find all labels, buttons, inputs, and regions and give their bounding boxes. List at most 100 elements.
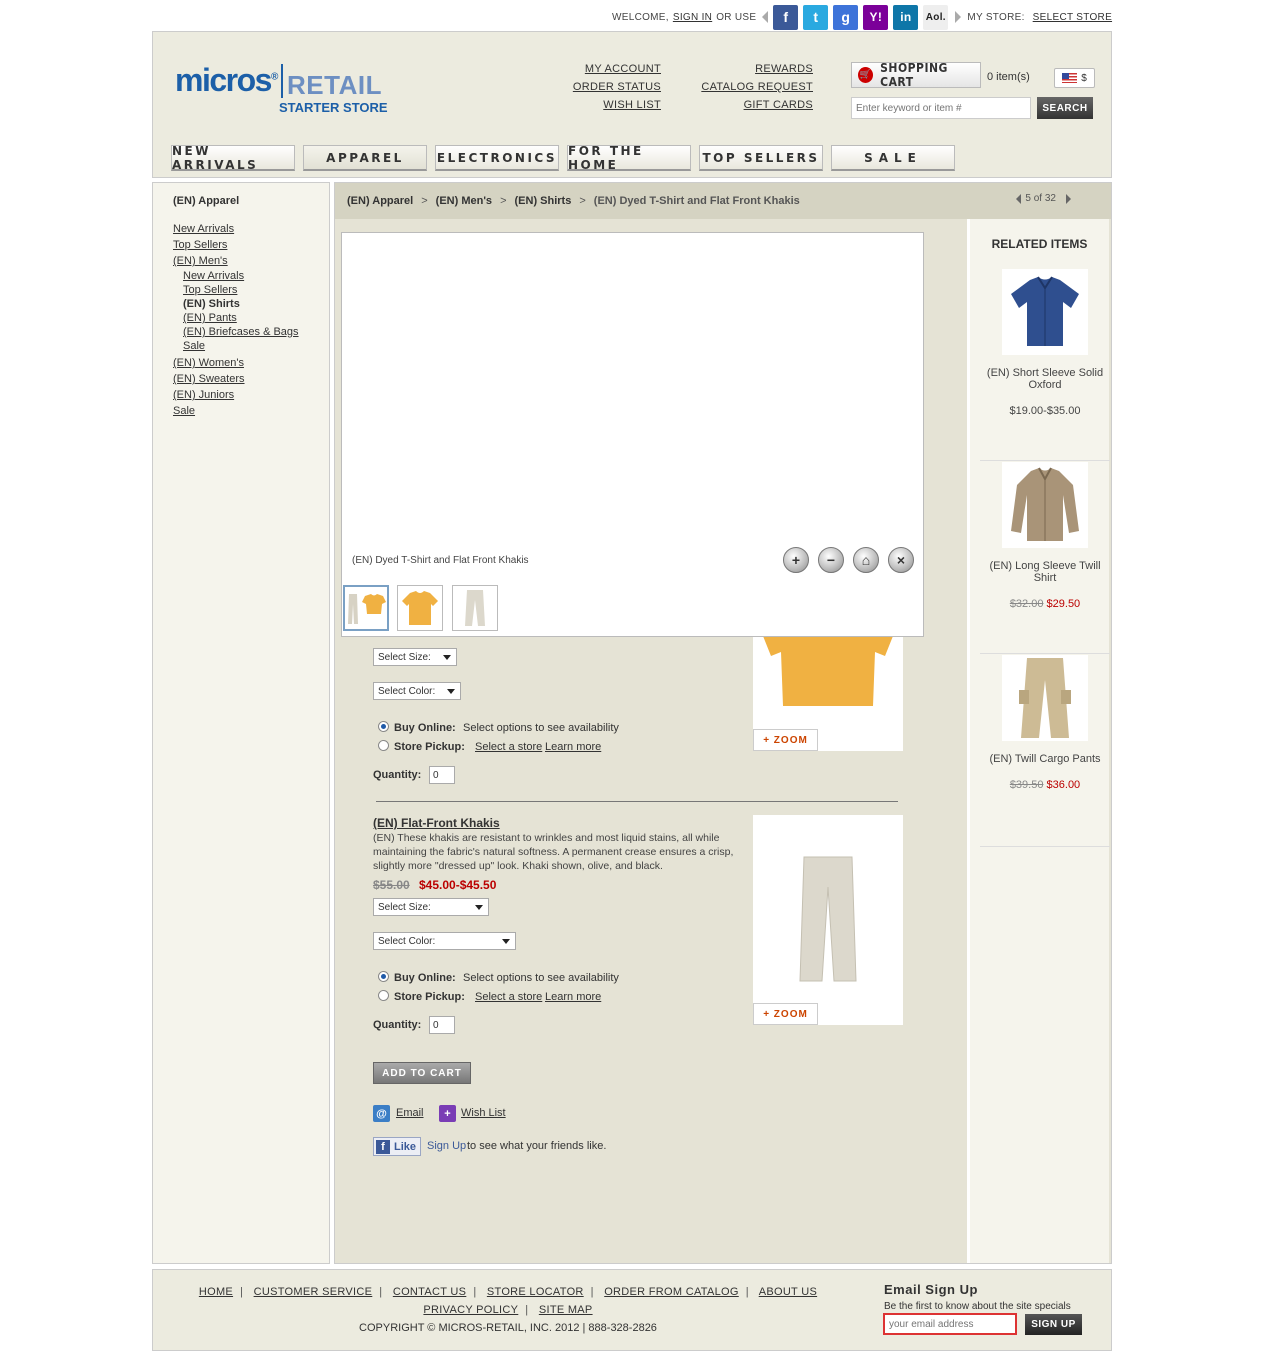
product2-size-select[interactable]: Select Size: [373,898,489,916]
nav-tab-electronics[interactable]: ELECTRONICS [435,145,559,171]
sidebar-item-mens[interactable]: (EN) Men's [173,253,329,269]
shopping-cart-button[interactable]: 🛒 SHOPPING CART [851,61,981,89]
pager-prev-icon[interactable] [1016,193,1022,204]
facebook-icon[interactable]: f [773,4,799,30]
search-button[interactable]: SEARCH [1037,97,1093,119]
select-store-link[interactable]: SELECT STORE [1033,12,1112,23]
add-to-cart-button[interactable]: ADD TO CART [373,1062,471,1084]
related-item[interactable]: (EN) Twill Cargo Pants $39.50 $36.00 [980,655,1110,847]
product2-learn-more-link[interactable]: Learn more [545,991,601,1003]
product2-image[interactable] [753,815,903,1025]
social-prev-icon[interactable] [762,11,769,23]
wish-list-icon[interactable]: + [439,1105,456,1122]
gift-cards-link[interactable]: GIFT CARDS [744,99,813,111]
order-status-link[interactable]: ORDER STATUS [573,81,661,93]
footer-privacy-policy-link[interactable]: PRIVACY POLICY [423,1304,518,1316]
linkedin-icon[interactable]: in [893,4,919,30]
wish-list-link[interactable]: WISH LIST [603,99,661,111]
home-icon[interactable]: ⌂ [853,547,879,573]
sidebar-item-sweaters[interactable]: (EN) Sweaters [173,371,329,387]
viewer-thumb-outfit[interactable] [343,585,389,631]
email-signup-button[interactable]: SIGN UP [1025,1314,1082,1335]
related-item-name[interactable]: (EN) Short Sleeve Solid Oxford [980,367,1110,391]
sidebar-subitem-top-sellers[interactable]: Top Sellers [173,283,329,297]
product1-store-pickup-radio[interactable] [378,740,389,751]
product1-zoom-button[interactable]: + ZOOM [753,729,818,751]
viewer-thumb-tshirt[interactable] [397,585,443,631]
product2-color-select[interactable]: Select Color: [373,932,516,950]
product2-quantity-input[interactable]: 0 [429,1016,455,1034]
sidebar-item-womens[interactable]: (EN) Women's [173,355,329,371]
email-link[interactable]: Email [396,1107,424,1119]
aol-icon[interactable]: Aol. [923,4,949,30]
product1-learn-more-link[interactable]: Learn more [545,741,601,753]
image-viewer[interactable]: (EN) Dyed T-Shirt and Flat Front Khakis … [341,232,924,637]
email-icon[interactable]: @ [373,1105,390,1122]
wish-list-link[interactable]: Wish List [461,1107,506,1119]
sidebar-subitem-pants[interactable]: (EN) Pants [173,311,329,325]
nav-tab-for-the-home[interactable]: FOR THE HOME [567,144,691,172]
footer-store-locator-link[interactable]: STORE LOCATOR [487,1286,584,1298]
currency-selector[interactable]: $ [1054,68,1095,88]
rewards-link[interactable]: REWARDS [755,63,813,75]
facebook-sign-up-link[interactable]: Sign Up [427,1140,466,1152]
product1-quantity-input[interactable]: 0 [429,766,455,784]
footer-site-map-link[interactable]: SITE MAP [539,1304,593,1316]
pager-next-icon[interactable] [1066,193,1071,204]
nav-tab-new-arrivals[interactable]: NEW ARRIVALS [171,144,295,172]
product1-select-store-link[interactable]: Select a store [475,741,542,753]
product2-title-link[interactable]: (EN) Flat-Front Khakis [373,816,500,830]
zoom-in-icon[interactable]: + [783,547,809,573]
related-item-image[interactable] [1002,462,1088,548]
nav-tab-sale[interactable]: SALE [831,145,955,171]
related-item-image[interactable] [1002,655,1088,741]
product2-store-pickup-radio[interactable] [378,990,389,1001]
email-signup-input[interactable] [883,1313,1017,1335]
product2-zoom-button[interactable]: + ZOOM [753,1003,818,1025]
sidebar-item-juniors[interactable]: (EN) Juniors [173,387,329,403]
sidebar-subitem-briefcases-bags[interactable]: (EN) Briefcases & Bags [173,325,329,339]
product1-buy-online-radio[interactable] [378,721,389,732]
sidebar-subitem-new-arrivals[interactable]: New Arrivals [173,269,329,283]
related-item[interactable]: (EN) Long Sleeve Twill Shirt $32.00 $29.… [980,462,1110,654]
product2-availability-note: Select options to see availability [463,972,619,984]
sidebar-item-new-arrivals[interactable]: New Arrivals [173,221,329,237]
footer-order-from-catalog-link[interactable]: ORDER FROM CATALOG [604,1286,739,1298]
twitter-icon[interactable]: t [803,4,829,30]
sign-in-link[interactable]: SIGN IN [673,12,712,23]
catalog-request-link[interactable]: CATALOG REQUEST [701,81,813,93]
nav-tab-apparel[interactable]: APPAREL [303,145,427,171]
product2-buy-online-radio[interactable] [378,971,389,982]
zoom-out-icon[interactable]: − [818,547,844,573]
footer-customer-service-link[interactable]: CUSTOMER SERVICE [254,1286,373,1298]
related-item-name[interactable]: (EN) Long Sleeve Twill Shirt [980,560,1110,584]
footer-contact-us-link[interactable]: CONTACT US [393,1286,467,1298]
like-label: Like [394,1140,417,1153]
related-item-image[interactable] [1002,269,1088,355]
related-item-price: $39.50 $36.00 [980,779,1110,791]
product1-color-select[interactable]: Select Color: [373,682,461,700]
sidebar-item-sale[interactable]: Sale [173,403,329,419]
nav-tab-top-sellers[interactable]: TOP SELLERS [699,145,823,171]
viewer-thumb-khakis[interactable] [452,585,498,631]
product2-select-store-link[interactable]: Select a store [475,991,542,1003]
related-item[interactable]: (EN) Short Sleeve Solid Oxford $19.00-$3… [980,269,1110,461]
product2-was-price: $55.00 [373,878,410,892]
facebook-like-button[interactable]: f Like [373,1137,421,1156]
sidebar-subitem-shirts[interactable]: (EN) Shirts [173,297,329,311]
google-icon[interactable]: g [833,4,859,30]
sidebar-item-top-sellers[interactable]: Top Sellers [173,237,329,253]
related-item-name[interactable]: (EN) Twill Cargo Pants [980,753,1110,765]
sidebar-subitem-sale[interactable]: Sale [173,339,329,353]
my-account-link[interactable]: MY ACCOUNT [585,63,661,75]
search-input[interactable] [851,97,1031,119]
footer-about-us-link[interactable]: ABOUT US [759,1286,817,1298]
breadcrumb-apparel[interactable]: (EN) Apparel [347,195,413,207]
footer-home-link[interactable]: HOME [199,1286,233,1298]
breadcrumb-mens[interactable]: (EN) Men's [436,195,492,207]
product1-size-select[interactable]: Select Size: [373,648,457,666]
breadcrumb-shirts[interactable]: (EN) Shirts [515,195,572,207]
social-next-icon[interactable] [955,11,962,23]
close-icon[interactable]: × [888,547,914,573]
yahoo-icon[interactable]: Y! [863,4,889,30]
